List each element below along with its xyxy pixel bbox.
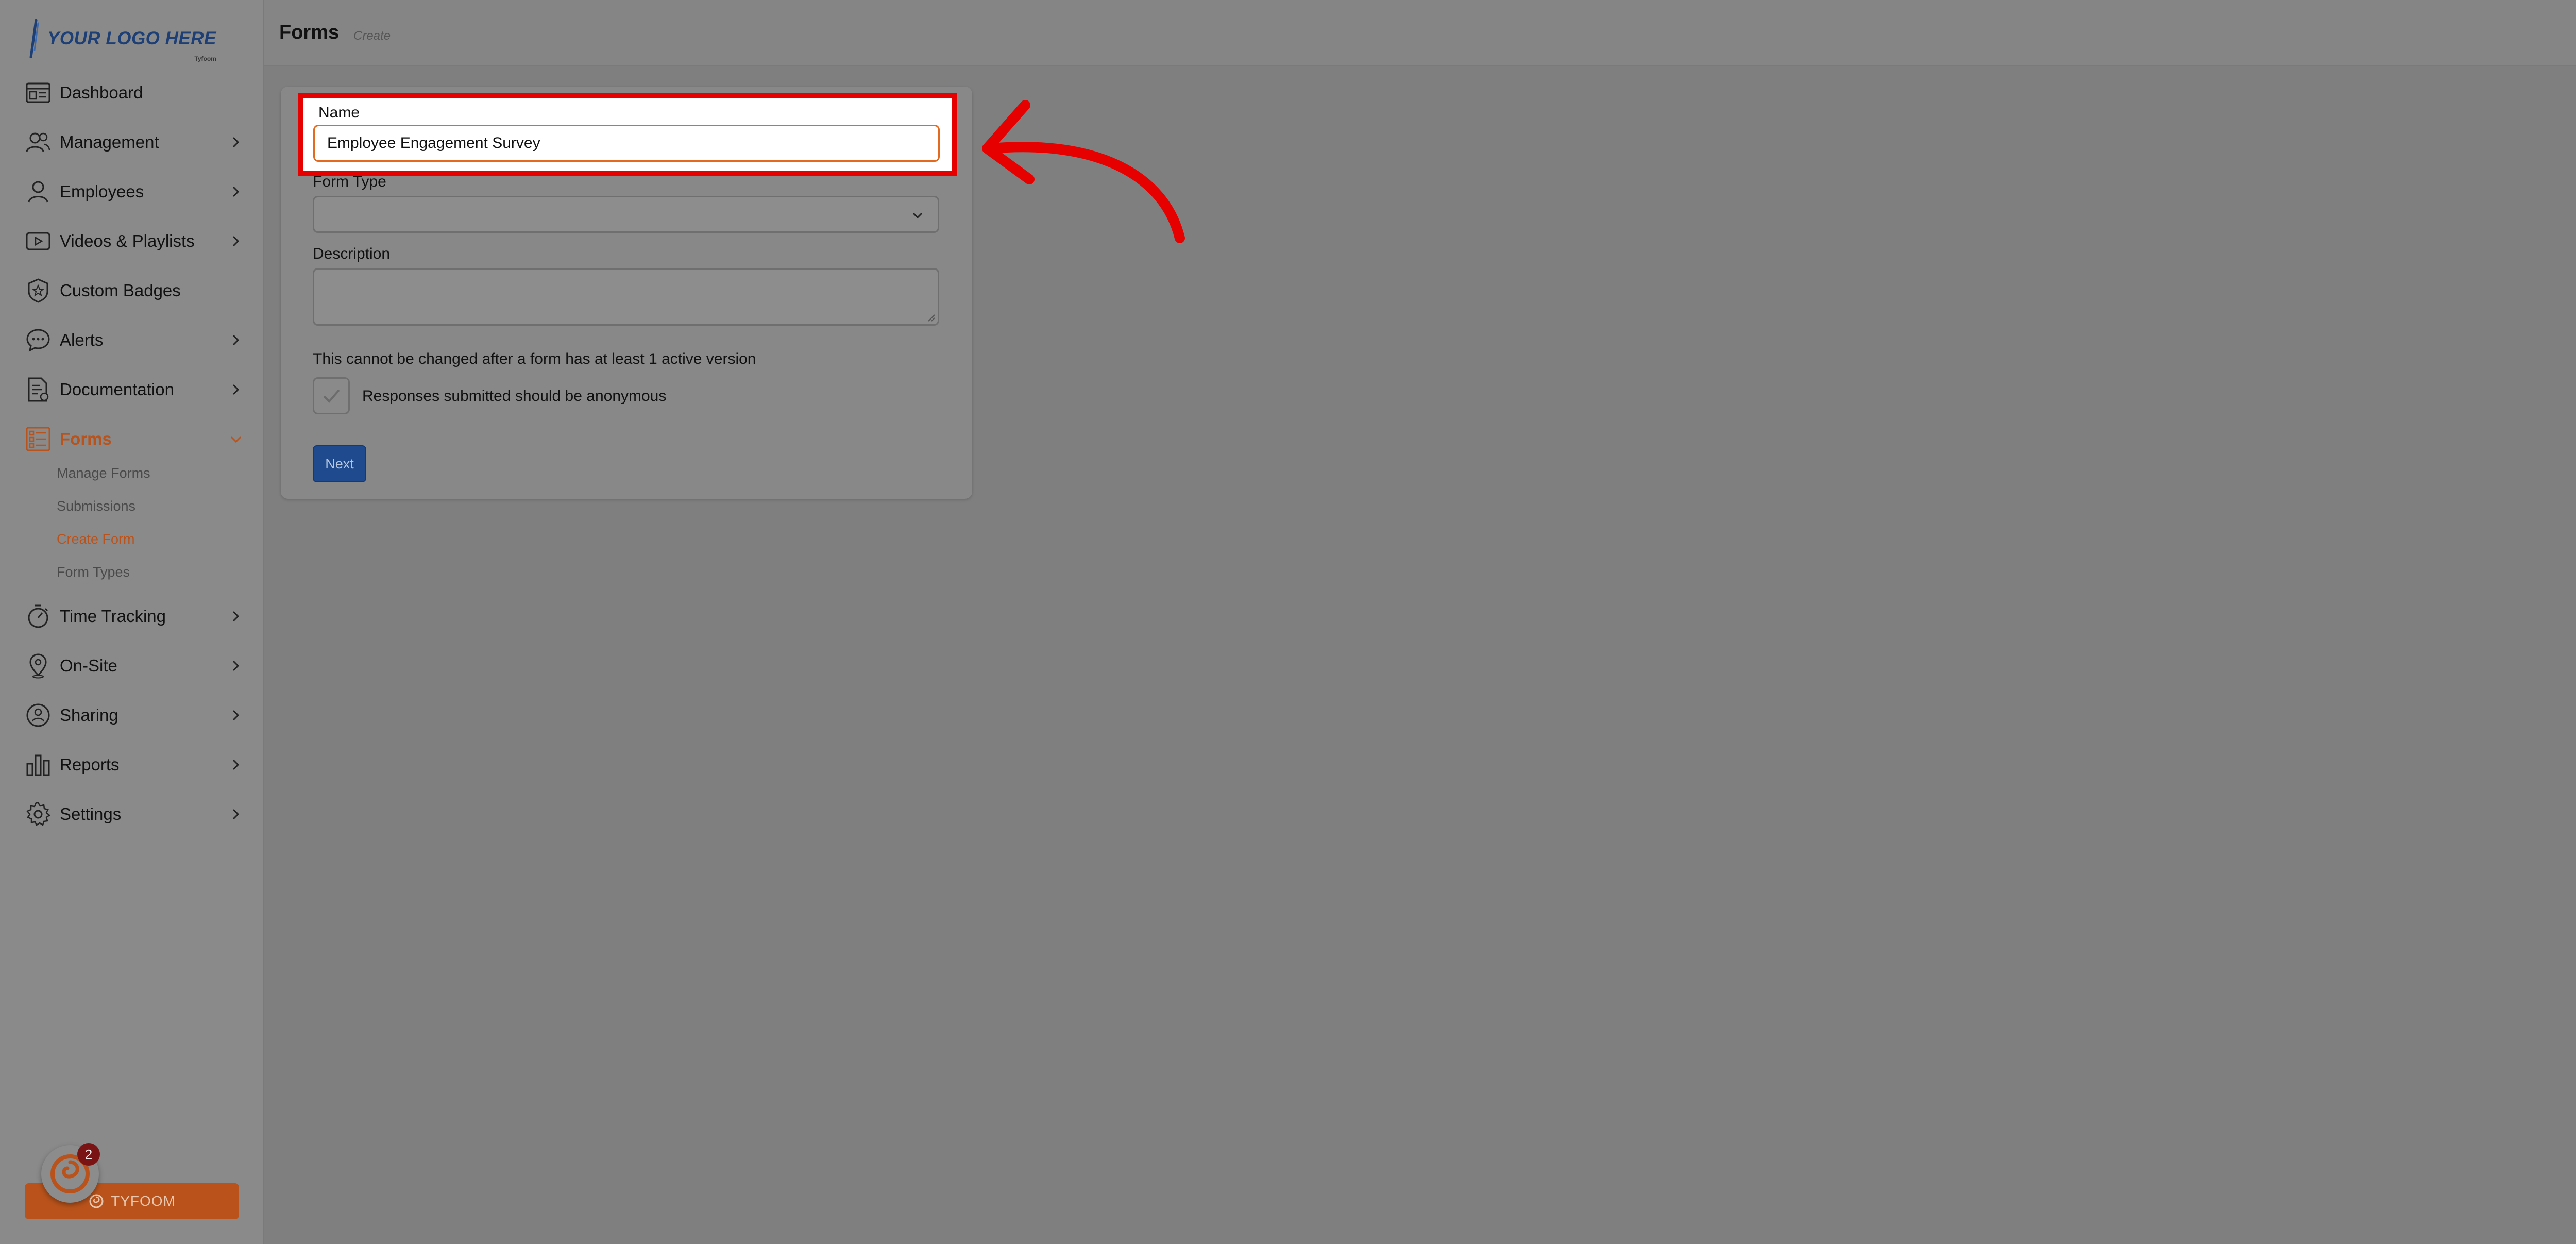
stopwatch-icon	[25, 603, 52, 630]
chevron-down-icon	[230, 436, 242, 443]
chevron-right-icon	[232, 137, 240, 148]
logo-mark-icon	[29, 19, 39, 58]
sidebar-item-forms[interactable]: Forms	[0, 418, 264, 460]
chevron-right-icon	[232, 186, 240, 197]
sidebar-item-employees[interactable]: Employees	[0, 171, 264, 212]
sidebar-item-label: Employees	[60, 182, 144, 201]
resize-grip-icon[interactable]	[926, 313, 936, 322]
description-field[interactable]	[313, 268, 939, 326]
name-label-highlighted: Name	[318, 104, 360, 121]
sidebar: YOUR LOGO HERE Tyfoom Dashboard Manageme…	[0, 0, 264, 1244]
bar-chart-icon	[25, 751, 52, 778]
sidebar-item-label: Reports	[60, 755, 120, 774]
sidebar-item-label: Documentation	[60, 380, 174, 399]
chat-icon	[25, 327, 52, 354]
person-icon	[25, 178, 52, 205]
share-icon	[25, 702, 52, 729]
chevron-right-icon	[232, 334, 240, 346]
sidebar-item-time-tracking[interactable]: Time Tracking	[0, 596, 264, 637]
sidebar-subitem-submissions[interactable]: Submissions	[57, 496, 135, 516]
chevron-right-icon	[232, 710, 240, 721]
sidebar-item-label: Videos & Playlists	[60, 231, 195, 250]
anonymous-checkbox[interactable]	[313, 377, 350, 414]
sidebar-item-label: Sharing	[60, 705, 118, 725]
description-label: Description	[313, 245, 391, 262]
sidebar-item-label: Forms	[60, 429, 112, 448]
chevron-right-icon	[232, 809, 240, 820]
sidebar-item-settings[interactable]: Settings	[0, 794, 264, 835]
video-icon	[25, 228, 52, 255]
sidebar-item-custom-badges[interactable]: Custom Badges	[0, 270, 264, 311]
checkmark-icon	[323, 389, 340, 403]
logo[interactable]: YOUR LOGO HERE Tyfoom	[27, 15, 216, 62]
page-title: Forms	[279, 22, 340, 43]
notification-badge: 2	[77, 1143, 100, 1166]
chevron-right-icon	[232, 236, 240, 247]
annotation-highlight-box: Name Employee Engagement Survey	[298, 93, 957, 176]
chevron-right-icon	[232, 759, 240, 770]
sidebar-item-reports[interactable]: Reports	[0, 744, 264, 785]
sidebar-item-on-site[interactable]: On-Site	[0, 645, 264, 686]
sidebar-item-label: Management	[60, 132, 159, 152]
form-type-select[interactable]	[313, 196, 939, 233]
document-icon	[25, 376, 52, 403]
sidebar-item-label: Settings	[60, 804, 122, 823]
sidebar-item-label: Time Tracking	[60, 607, 166, 626]
name-field-highlighted[interactable]: Employee Engagement Survey	[313, 125, 940, 162]
sidebar-item-documentation[interactable]: Documentation	[0, 369, 264, 410]
anonymous-note: This cannot be changed after a form has …	[313, 350, 756, 367]
top-header: Forms Create	[264, 0, 2576, 66]
sidebar-item-videos-playlists[interactable]: Videos & Playlists	[0, 221, 264, 262]
chevron-right-icon	[232, 384, 240, 395]
location-icon	[25, 652, 52, 679]
sidebar-subitem-create-form[interactable]: Create Form	[57, 529, 135, 549]
tyfoom-button-label: TYFOOM	[111, 1193, 176, 1209]
sidebar-item-alerts[interactable]: Alerts	[0, 320, 264, 361]
users-icon	[25, 129, 52, 156]
logo-text: YOUR LOGO HERE Tyfoom	[47, 28, 216, 62]
next-button[interactable]: Next	[313, 445, 366, 482]
anonymous-checkbox-label: Responses submitted should be anonymous	[362, 388, 667, 405]
sidebar-subitem-form-types[interactable]: Form Types	[57, 562, 130, 582]
sidebar-item-label: On-Site	[60, 656, 117, 675]
sidebar-item-label: Dashboard	[60, 83, 143, 102]
sidebar-item-dashboard[interactable]: Dashboard	[0, 72, 264, 113]
annotation-arrow-icon	[982, 100, 1185, 243]
dashboard-icon	[25, 79, 52, 106]
logo-subtext: Tyfoom	[194, 55, 216, 62]
logo-text-label: YOUR LOGO HERE	[47, 28, 216, 48]
gear-icon	[25, 801, 52, 828]
chevron-right-icon	[232, 611, 240, 622]
sidebar-item-sharing[interactable]: Sharing	[0, 695, 264, 736]
sidebar-item-label: Custom Badges	[60, 281, 181, 300]
badge-icon	[25, 277, 52, 304]
chevron-down-icon	[912, 212, 923, 219]
breadcrumb: Create	[353, 29, 391, 43]
sidebar-item-management[interactable]: Management	[0, 122, 264, 163]
list-icon	[25, 426, 52, 452]
sidebar-item-label: Alerts	[60, 330, 104, 349]
sidebar-subitem-manage-forms[interactable]: Manage Forms	[57, 463, 150, 483]
chevron-right-icon	[232, 660, 240, 671]
